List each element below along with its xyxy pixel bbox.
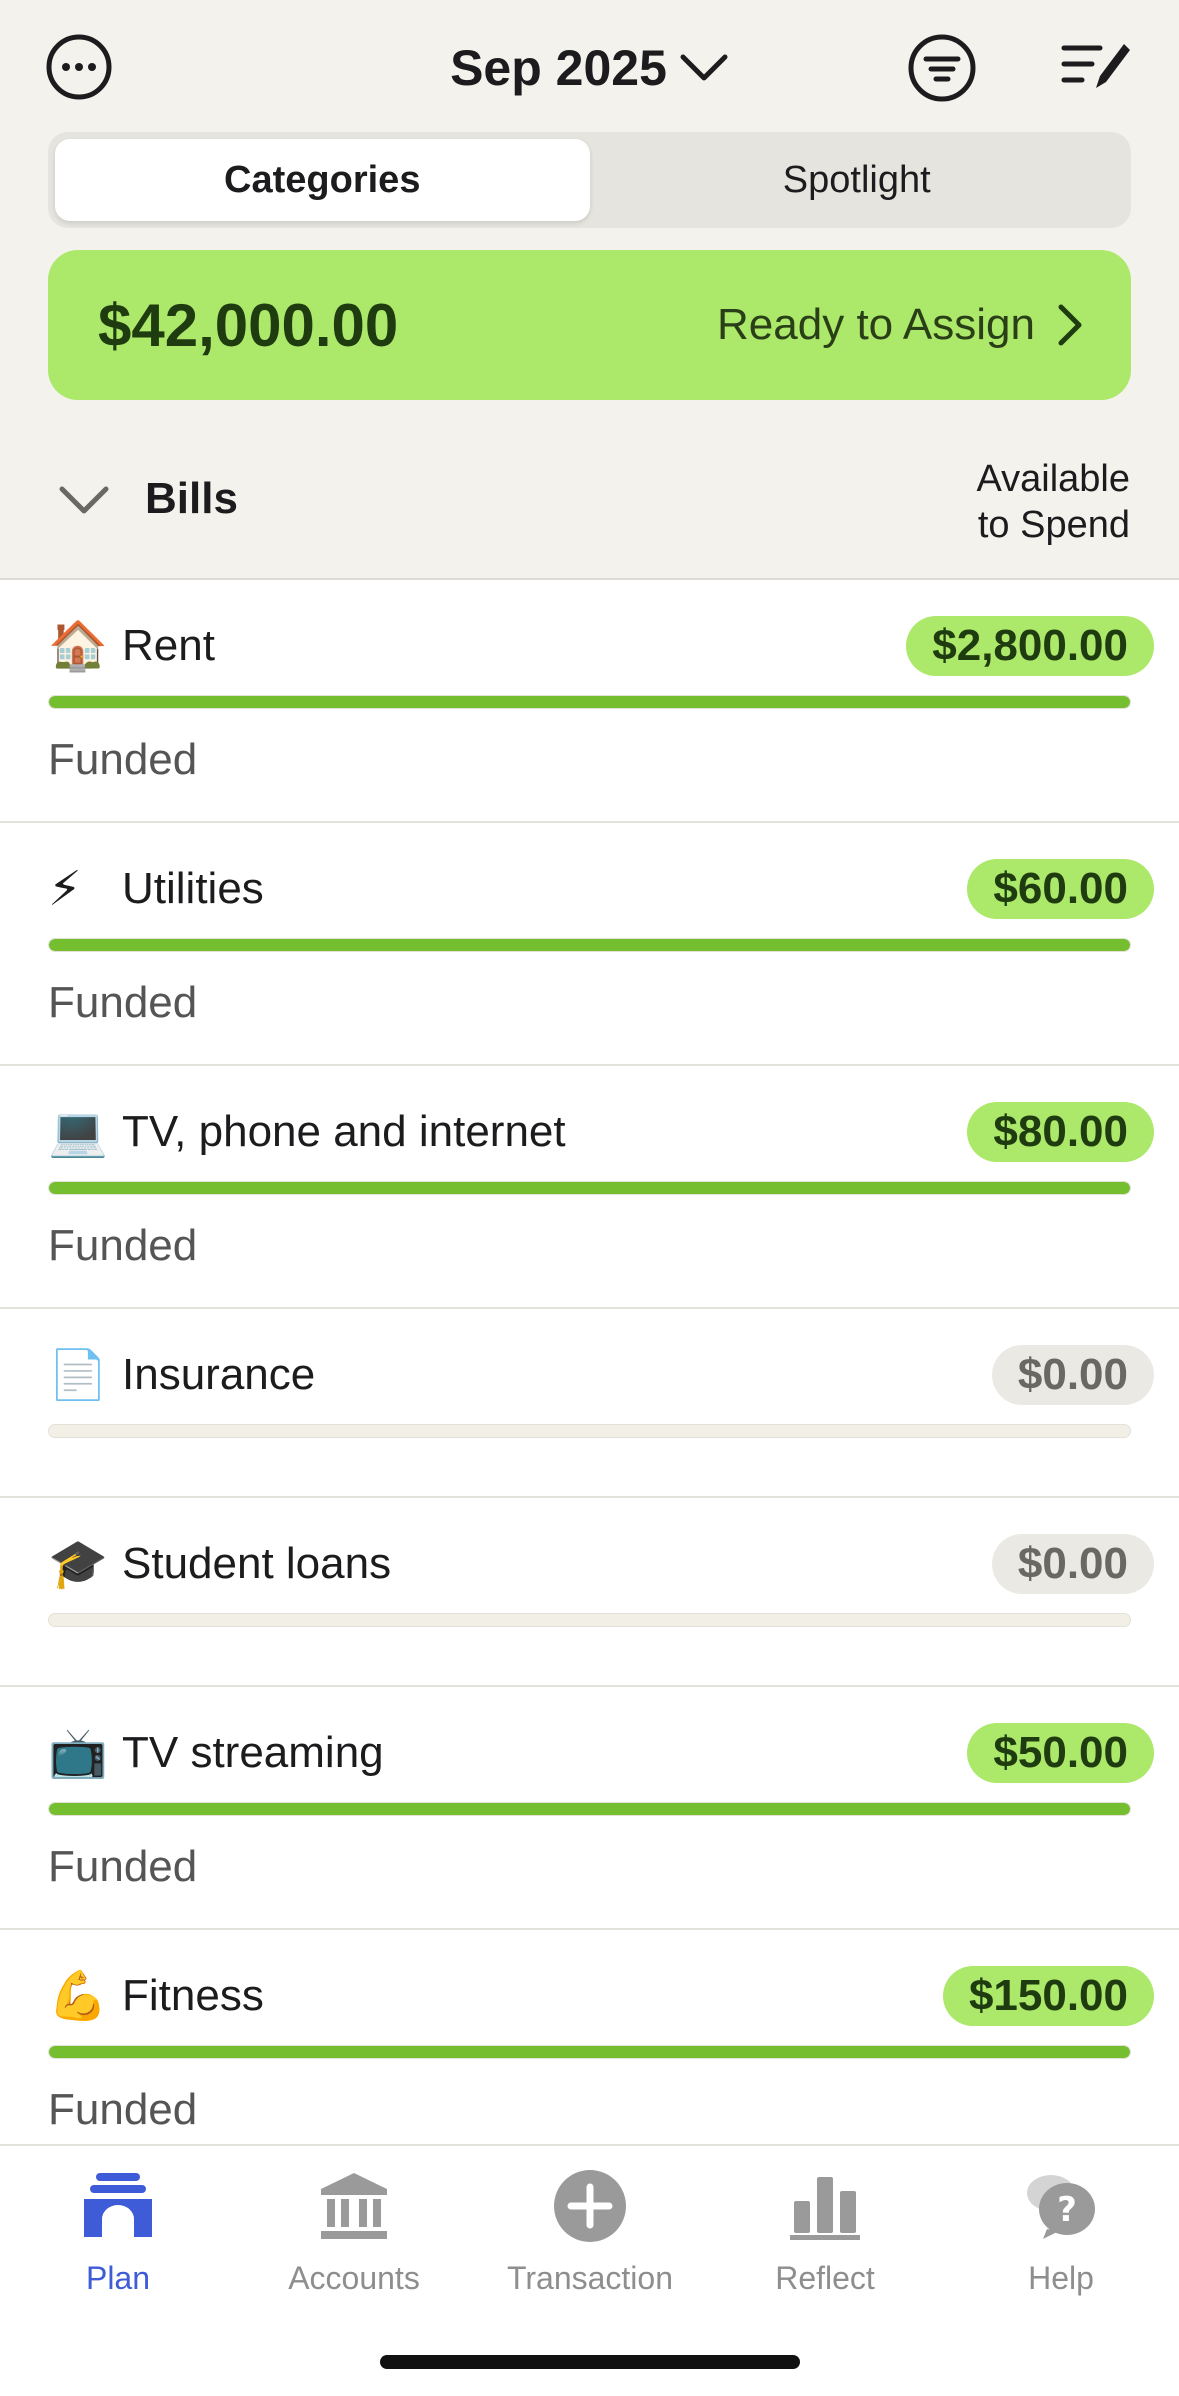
category-name: Student loans: [122, 1539, 392, 1588]
available-amount-pill[interactable]: $0.00: [991, 1345, 1154, 1405]
month-label: Sep 2025: [450, 40, 667, 96]
view-segmented-control: Categories Spotlight: [48, 132, 1131, 228]
tab-label: Reflect: [775, 2260, 875, 2296]
tab-label: Plan: [85, 2260, 151, 2296]
funding-progress-fill: [49, 1803, 1130, 1815]
chevron-down-icon: [59, 486, 109, 514]
category-name: Utilities: [122, 864, 264, 913]
category-emoji: 🏠: [48, 618, 108, 674]
category-emoji: 📄: [48, 1347, 108, 1403]
funding-progress-bar: [48, 1802, 1131, 1816]
available-amount-pill[interactable]: $2,800.00: [906, 616, 1154, 676]
edit-plan-button[interactable]: [1060, 36, 1134, 98]
category-row[interactable]: 🏠 Rent $2,800.00 Funded: [0, 580, 1179, 823]
filter-button[interactable]: [907, 33, 977, 103]
tab-label: Accounts: [288, 2260, 420, 2296]
category-emoji: 💻: [48, 1104, 108, 1160]
category-name: Insurance: [122, 1350, 316, 1399]
group-name: Bills: [145, 474, 238, 523]
filter-icon: [908, 34, 976, 102]
category-emoji: 💪: [48, 1968, 108, 2024]
funding-progress-fill: [49, 696, 1130, 708]
available-amount-pill[interactable]: $80.00: [967, 1102, 1154, 1162]
ready-to-assign-label: Ready to Assign: [717, 300, 1035, 349]
tab-reflect[interactable]: Reflect: [707, 2166, 943, 2297]
funding-progress-fill: [49, 1182, 1130, 1194]
budget-app: Sep 2025 Categories Spotlight $42,000.00…: [0, 0, 1179, 2396]
category-row[interactable]: 💪 Fitness $150.00 Funded: [0, 1930, 1179, 2173]
funding-progress-bar: [48, 938, 1131, 952]
category-row[interactable]: 📄 Insurance $0.00: [0, 1309, 1179, 1498]
tab-label: Help: [1028, 2260, 1094, 2296]
category-row[interactable]: ⚡ Utilities $60.00 Funded: [0, 823, 1179, 1066]
help-bubble-icon: ?: [1027, 2175, 1095, 2239]
category-status: Funded: [48, 735, 198, 784]
available-amount-pill[interactable]: $50.00: [967, 1723, 1154, 1783]
tab-accounts[interactable]: Accounts: [236, 2166, 472, 2297]
category-group-header[interactable]: Bills Available to Spend: [0, 440, 1179, 578]
category-name: Rent: [122, 621, 215, 670]
category-name: TV, phone and internet: [122, 1107, 566, 1156]
header-area: Sep 2025 Categories Spotlight $42,000.00…: [0, 0, 1179, 579]
funding-progress-bar: [48, 1424, 1131, 1438]
category-name: Fitness: [122, 1971, 264, 2020]
available-amount-pill[interactable]: $0.00: [991, 1534, 1154, 1594]
category-row[interactable]: 🎓 Student loans $0.00: [0, 1498, 1179, 1687]
bank-icon: [321, 2173, 387, 2239]
bar-chart-icon: [790, 2177, 860, 2240]
tab-transaction[interactable]: Transaction: [472, 2166, 708, 2297]
edit-list-icon: [1061, 44, 1130, 88]
tab-categories[interactable]: Categories: [55, 139, 590, 221]
available-column-header: Available to Spend: [976, 458, 1130, 546]
funding-progress-bar: [48, 695, 1131, 709]
funding-progress-fill: [49, 2046, 1130, 2058]
category-row[interactable]: 💻 TV, phone and internet $80.00 Funded: [0, 1066, 1179, 1309]
category-emoji: 📺: [48, 1725, 108, 1781]
category-row[interactable]: 📺 TV streaming $50.00 Funded: [0, 1687, 1179, 1930]
chevron-right-icon: [1058, 304, 1082, 346]
home-indicator: [380, 2355, 800, 2369]
top-bar: Sep 2025: [0, 0, 1179, 135]
category-status: Funded: [48, 1842, 198, 1891]
category-emoji: 🎓: [48, 1536, 108, 1592]
available-amount-pill[interactable]: $60.00: [967, 859, 1154, 919]
funding-progress-fill: [49, 939, 1130, 951]
available-amount-pill[interactable]: $150.00: [942, 1966, 1154, 2026]
ready-to-assign-banner[interactable]: $42,000.00 Ready to Assign: [48, 250, 1131, 400]
plan-icon: [84, 2173, 152, 2237]
chevron-down-icon: [680, 54, 728, 81]
category-status: Funded: [48, 1221, 198, 1270]
svg-text:?: ?: [1057, 2190, 1077, 2230]
tab-spotlight[interactable]: Spotlight: [590, 139, 1125, 221]
funding-progress-bar: [48, 2045, 1131, 2059]
tab-label: Transaction: [507, 2260, 673, 2296]
plus-circle-icon: [554, 2170, 626, 2242]
funding-progress-bar: [48, 1613, 1131, 1627]
category-status: Funded: [48, 2085, 198, 2134]
ready-to-assign-amount: $42,000.00: [98, 291, 399, 359]
tab-help[interactable]: ? Help: [943, 2166, 1179, 2297]
month-picker[interactable]: Sep 2025: [0, 30, 1179, 106]
category-status: Funded: [48, 978, 198, 1027]
category-emoji: ⚡: [48, 861, 82, 917]
tab-plan[interactable]: Plan: [0, 2166, 236, 2297]
funding-progress-bar: [48, 1181, 1131, 1195]
category-name: TV streaming: [122, 1728, 384, 1777]
